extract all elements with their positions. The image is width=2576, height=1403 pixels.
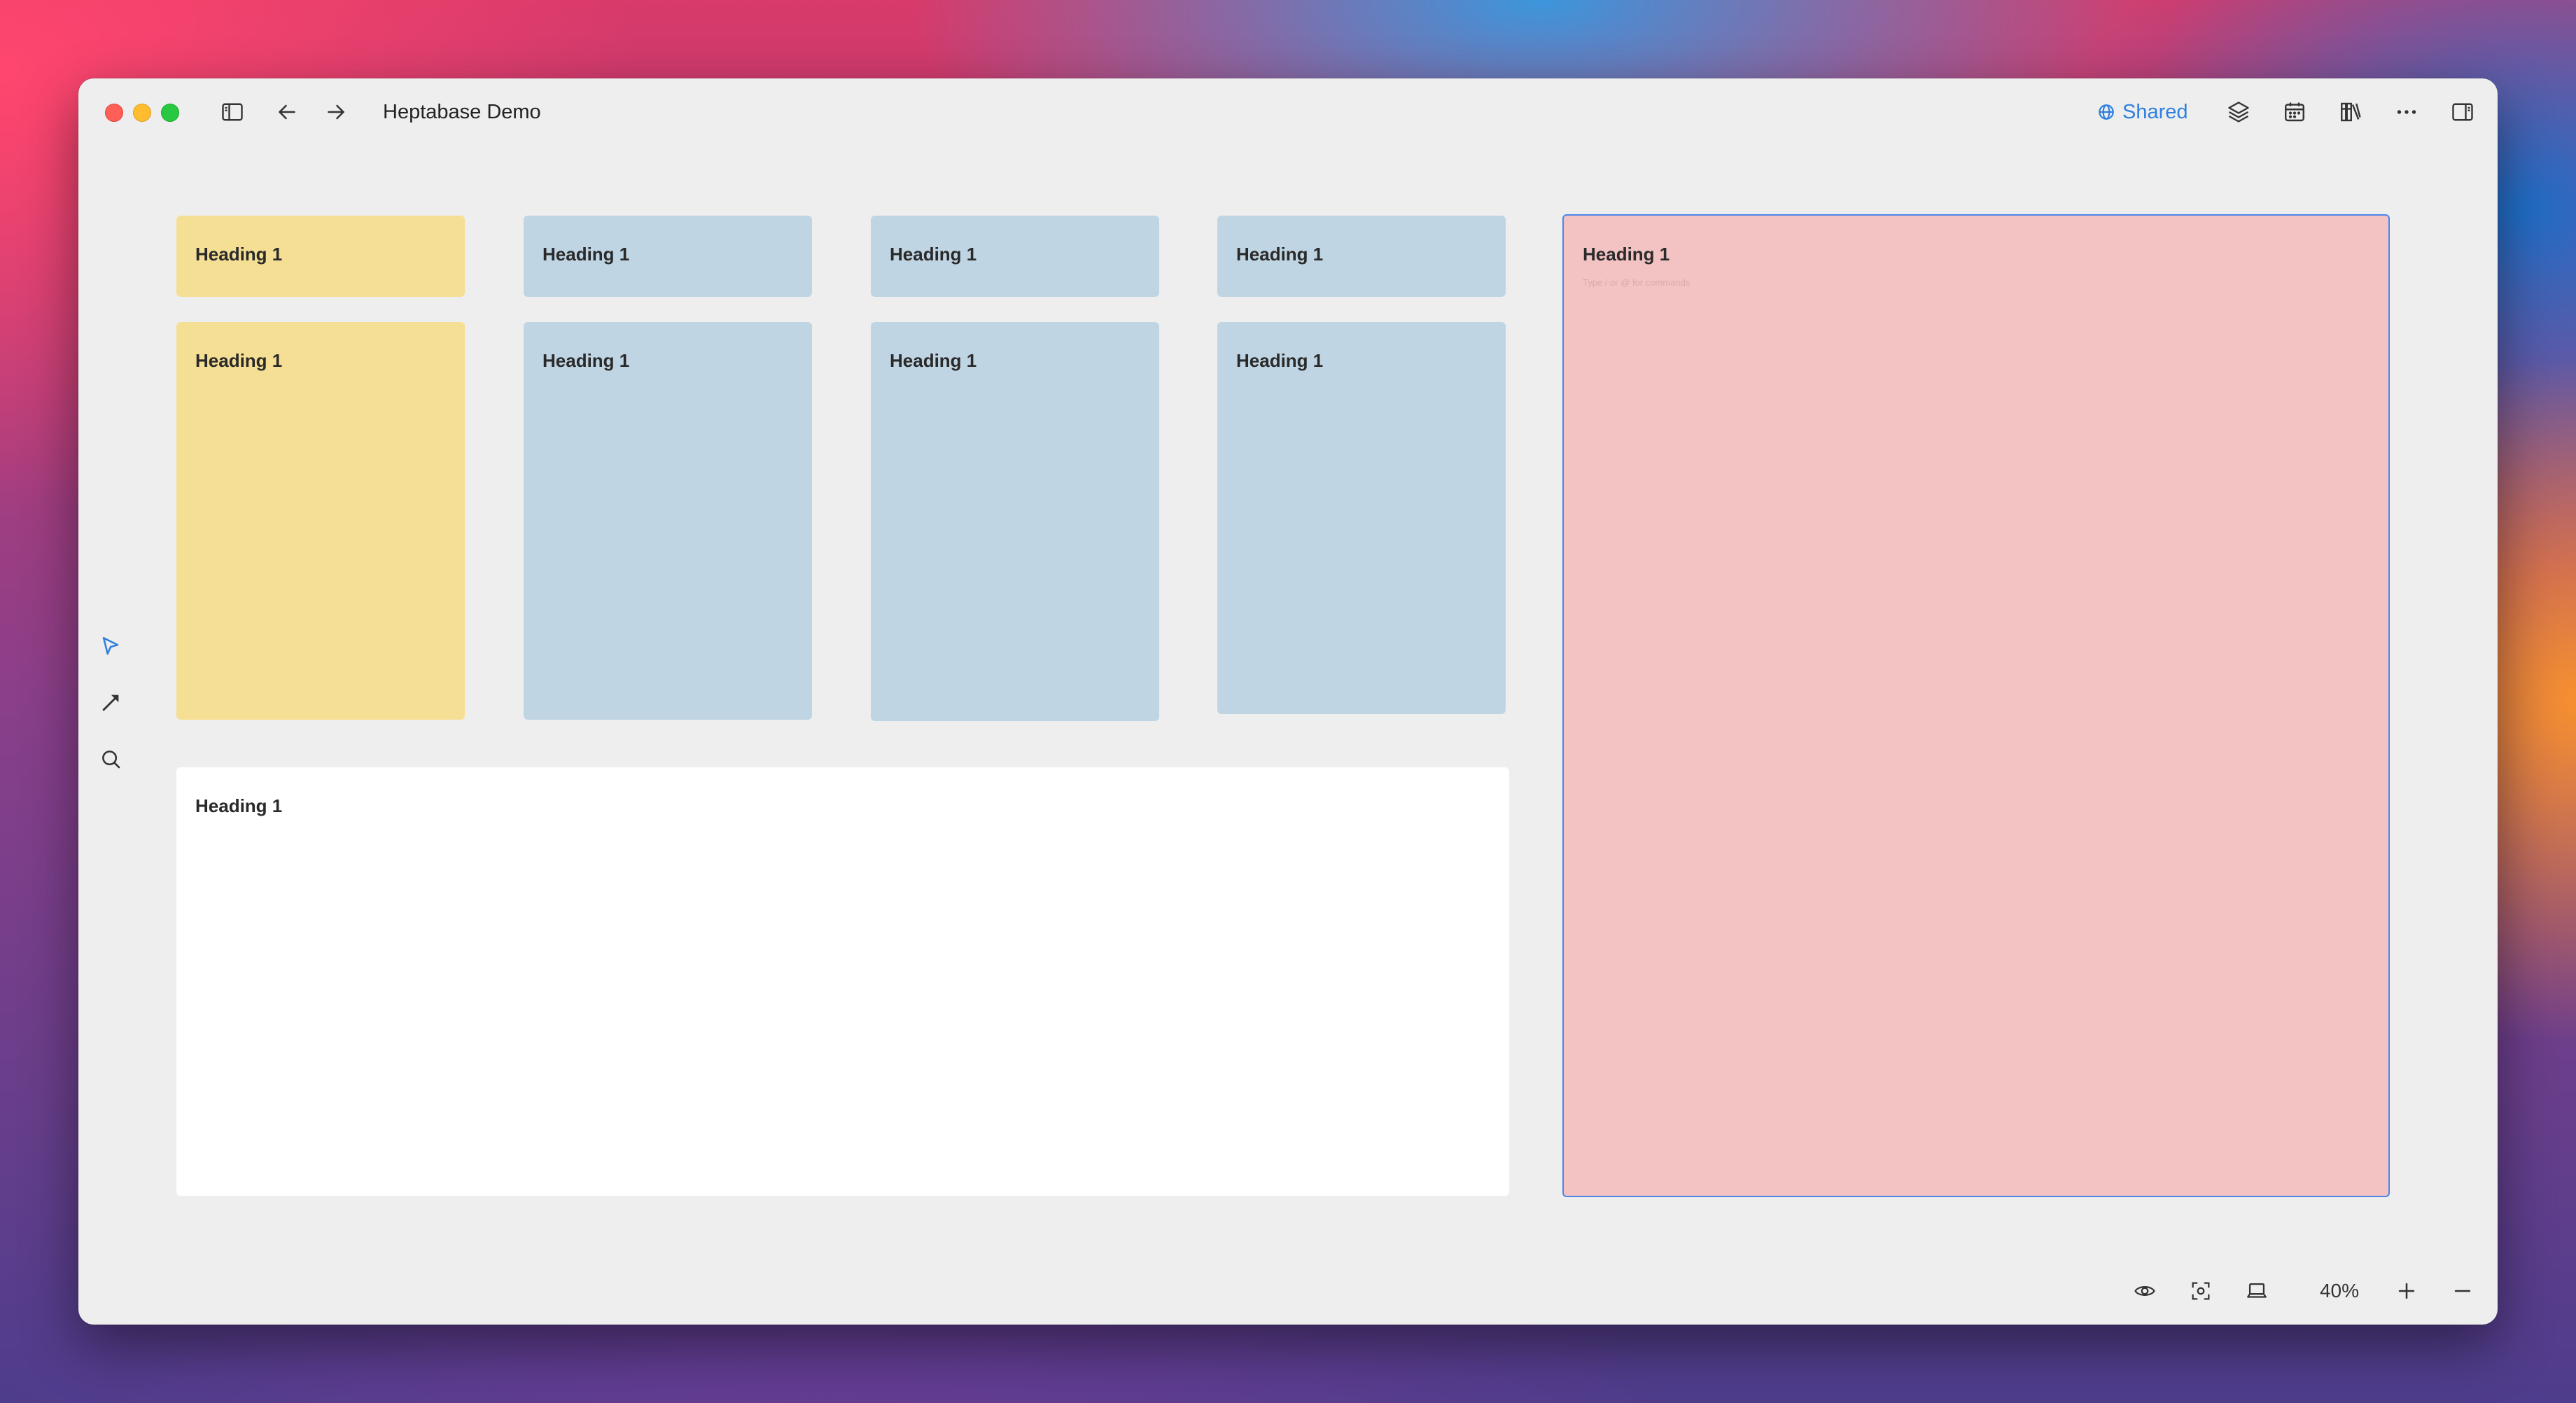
card[interactable]: Heading 1 [176, 216, 465, 297]
card[interactable]: Heading 1 [871, 216, 1159, 297]
pen-icon[interactable] [95, 687, 126, 718]
zoom-out-icon[interactable] [2447, 1276, 2478, 1306]
more-options-icon[interactable] [2391, 97, 2422, 127]
card-heading: Heading 1 [542, 350, 630, 371]
close-window-button[interactable] [105, 104, 123, 122]
calendar-icon[interactable] [2279, 97, 2310, 127]
layers-icon[interactable] [2223, 97, 2254, 127]
card-editor-placeholder[interactable]: Type / or @ for commands [1583, 277, 1690, 288]
shared-label: Shared [2122, 101, 2188, 123]
card-heading[interactable]: Heading 1 [1583, 244, 1670, 265]
card[interactable]: Heading 1 [1217, 216, 1506, 297]
card[interactable]: Heading 1 [524, 216, 812, 297]
card-heading: Heading 1 [542, 244, 630, 265]
search-icon[interactable] [95, 744, 126, 774]
card[interactable]: Heading 1 [176, 767, 1509, 1196]
right-panel-toggle-icon[interactable] [2447, 97, 2478, 127]
card-heading: Heading 1 [195, 350, 283, 371]
shared-button[interactable]: Shared [2097, 98, 2188, 126]
minimize-window-button[interactable] [133, 104, 151, 122]
selected-card[interactable]: Heading 1 Type / or @ for commands [1562, 214, 2390, 1197]
library-icon[interactable] [2335, 97, 2366, 127]
card-heading: Heading 1 [195, 795, 283, 816]
card-heading: Heading 1 [890, 244, 977, 265]
laptop-icon[interactable] [2241, 1276, 2272, 1306]
app-window: Heptabase Demo Shared Heading 1 Heading … [78, 78, 2498, 1325]
select-icon[interactable] [95, 631, 126, 662]
sidebar-toggle-icon[interactable] [217, 97, 248, 127]
window-title: Heptabase Demo [383, 101, 541, 123]
title-bar: Heptabase Demo Shared [78, 78, 2498, 143]
card-heading: Heading 1 [1236, 350, 1324, 371]
card-heading: Heading 1 [195, 244, 283, 265]
zoom-in-icon[interactable] [2391, 1276, 2422, 1306]
card-heading: Heading 1 [1236, 244, 1324, 265]
focus-icon[interactable] [2185, 1276, 2216, 1306]
zoom-window-button[interactable] [161, 104, 179, 122]
back-arrow-icon[interactable] [272, 97, 302, 127]
eye-icon[interactable] [2129, 1276, 2160, 1306]
card[interactable]: Heading 1 [1217, 322, 1506, 714]
card[interactable]: Heading 1 [176, 322, 465, 720]
card[interactable]: Heading 1 [524, 322, 812, 720]
card[interactable]: Heading 1 [871, 322, 1159, 721]
card-heading: Heading 1 [890, 350, 977, 371]
forward-arrow-icon[interactable] [321, 97, 351, 127]
globe-icon [2099, 104, 2114, 120]
zoom-level[interactable]: 40% [2308, 1278, 2371, 1304]
